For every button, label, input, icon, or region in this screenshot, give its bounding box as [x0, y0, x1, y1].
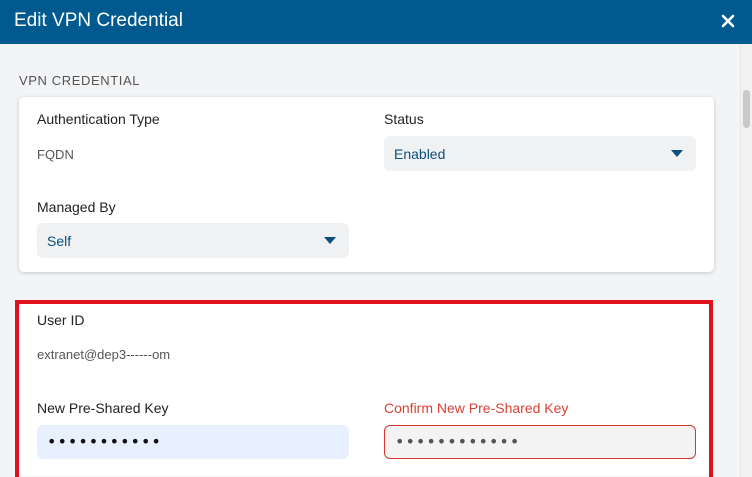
- dialog-title: Edit VPN Credential: [14, 10, 183, 31]
- scrollbar-thumb[interactable]: [743, 90, 750, 128]
- status-select[interactable]: Enabled: [384, 136, 696, 171]
- status-selected-value: Enabled: [394, 146, 446, 162]
- managed-by-selected-value: Self: [47, 233, 72, 249]
- auth-type-label: Authentication Type: [37, 111, 160, 127]
- close-icon: [721, 14, 735, 28]
- section-title: VPN CREDENTIAL: [19, 73, 141, 88]
- dialog-header: Edit VPN Credential: [0, 0, 752, 44]
- chevron-down-icon: [324, 237, 336, 244]
- chevron-down-icon: [671, 150, 683, 157]
- managed-by-select[interactable]: Self: [37, 223, 349, 258]
- auth-type-value: FQDN: [37, 147, 74, 162]
- status-label: Status: [384, 111, 424, 127]
- close-button[interactable]: [716, 9, 740, 33]
- highlight-annotation: [15, 300, 713, 477]
- scrollbar[interactable]: [740, 44, 752, 477]
- managed-by-label: Managed By: [37, 199, 116, 215]
